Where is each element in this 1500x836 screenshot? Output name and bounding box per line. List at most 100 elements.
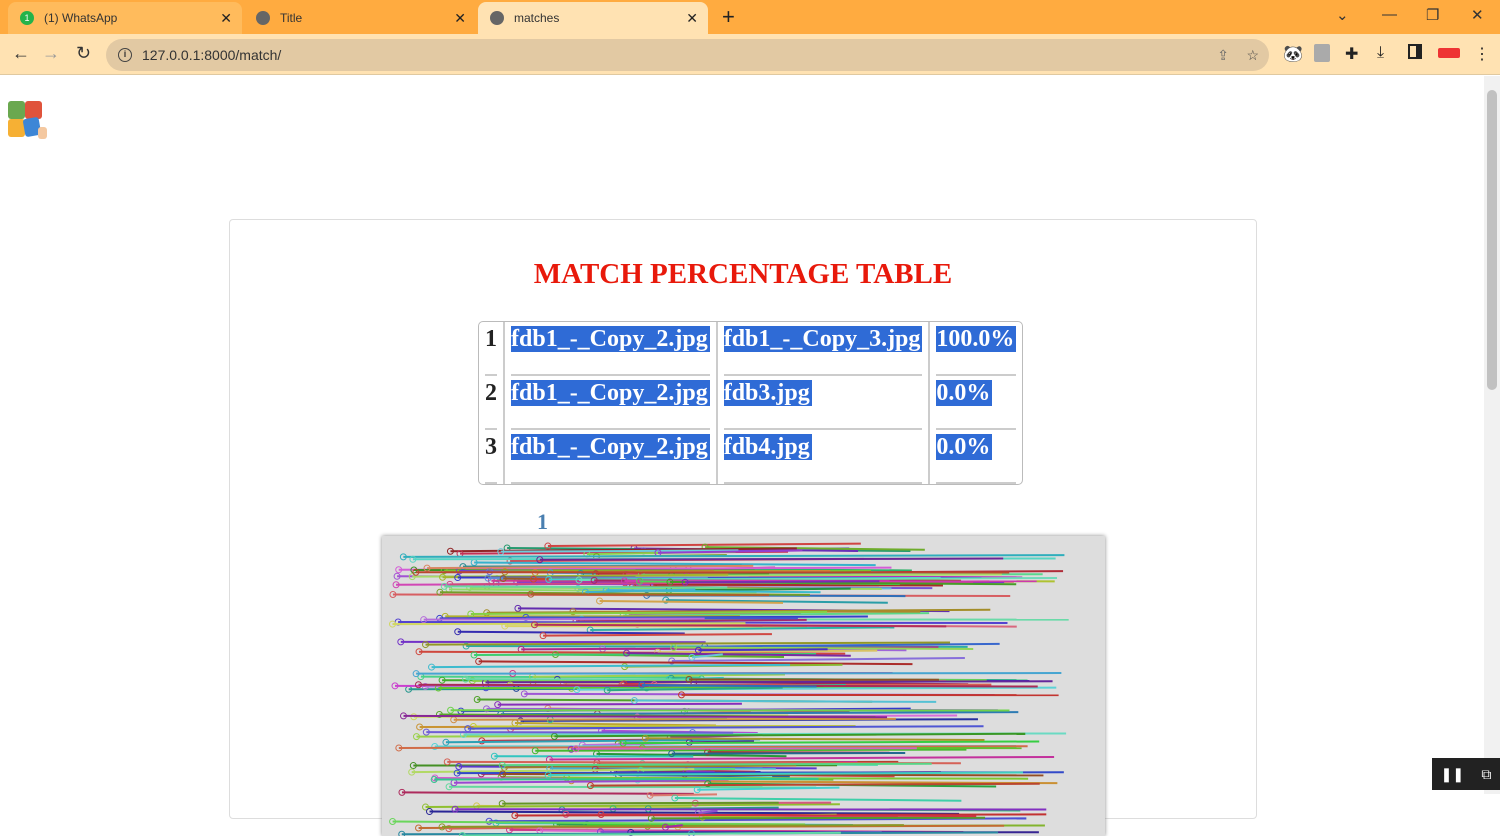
new-tab-button[interactable]: + [722, 4, 735, 30]
match-visualization-image [382, 536, 1105, 836]
table-row: 3fdb1_-_Copy_2.jpg fdb4.jpg0.0% [479, 430, 1022, 484]
percent-text: 100.0% [936, 326, 1016, 352]
match-line [444, 586, 727, 587]
percent-text: 0.0% [936, 380, 992, 406]
share-icon[interactable]: ⇪ [1217, 47, 1229, 64]
match-line [485, 681, 1052, 682]
star-icon[interactable]: ☆ [1246, 47, 1259, 64]
panda-extension-icon[interactable]: 🐼 [1283, 44, 1303, 64]
reload-button[interactable]: ↻ [76, 43, 91, 64]
match-line [675, 798, 962, 801]
side-panel-icon[interactable] [1408, 44, 1422, 59]
browser-toolbar: ← → ↻ i 127.0.0.1:8000/match/ ⇪ ☆ 🐼 ✚ ⤓ ⋮ [0, 34, 1500, 75]
forward-button[interactable]: → [42, 43, 60, 64]
match-line [576, 620, 807, 621]
match-line [474, 562, 876, 565]
match-table: 1 fdb1_-_Copy_2.jpg fdb1_-_Copy_3.jpg 100.0… [478, 321, 1023, 485]
file_a-text: fdb1_-_Copy_2.jpg [511, 380, 710, 406]
minimize-button[interactable]: — [1382, 6, 1397, 23]
match-line [672, 753, 905, 754]
cell-file_a: fdb1_-_Copy_2.jpg [505, 322, 718, 376]
download-icon[interactable]: ⤓ [1377, 44, 1384, 62]
image-label: 1 [537, 509, 548, 535]
match-line [426, 732, 733, 733]
tab-search-chevron-icon[interactable]: ⌄ [1336, 6, 1349, 24]
tab-label: Title [280, 11, 302, 25]
match-line [498, 704, 742, 705]
match-line [650, 794, 717, 795]
match-line [424, 619, 705, 620]
whatsapp-icon: 1 [20, 11, 34, 25]
content-card: MATCH PERCENTAGE TABLE 1 fdb1_-_Copy_2.jp… [229, 219, 1257, 819]
match-line [403, 555, 1064, 557]
match-line [454, 780, 711, 782]
match-line [404, 716, 888, 717]
globe-icon [256, 11, 270, 25]
cell-index: 3 [479, 430, 505, 484]
pause-icon[interactable]: ❚❚ [1441, 766, 1464, 783]
close-icon[interactable]: ✕ [686, 10, 698, 27]
match-line [515, 723, 716, 726]
file_b-text: fdb1_-_Copy_3.jpg [724, 326, 923, 352]
percent-text: 0.0% [936, 434, 992, 460]
address-bar[interactable]: i 127.0.0.1:8000/match/ ⇪ ☆ [106, 39, 1269, 71]
match-line [502, 803, 778, 804]
tab-label: matches [514, 11, 559, 25]
match-line [458, 632, 685, 634]
tab-label: (1) WhatsApp [44, 11, 117, 25]
match-line [590, 627, 894, 630]
picture-in-picture-icon[interactable]: ⧉ [1481, 766, 1491, 783]
match-line [434, 779, 818, 780]
match-line [531, 594, 769, 595]
tab-matches[interactable]: matches ✕ [478, 2, 708, 34]
menu-kebab-icon[interactable]: ⋮ [1474, 44, 1490, 64]
file_a-text: fdb1_-_Copy_2.jpg [511, 434, 710, 460]
cell-index: 2 [479, 376, 505, 430]
info-icon: i [118, 48, 132, 62]
puzzle-logo-icon [8, 101, 48, 141]
table-row: 1 fdb1_-_Copy_2.jpg fdb1_-_Copy_3.jpg 100.0… [479, 322, 1022, 376]
back-button[interactable]: ← [12, 43, 30, 64]
touch-extension-icon[interactable] [1314, 44, 1330, 62]
cell-percent: 0.0% [930, 430, 1022, 484]
globe-icon [490, 11, 504, 25]
extension-badge-icon[interactable] [1438, 48, 1460, 58]
extensions-puzzle-icon[interactable]: ✚ [1345, 44, 1358, 64]
match-line [501, 712, 1018, 714]
tab-title[interactable]: Title ✕ [244, 2, 476, 34]
file_a-text: fdb1_-_Copy_2.jpg [511, 326, 710, 352]
maximize-button[interactable]: ❐ [1426, 6, 1439, 24]
url-text: 127.0.0.1:8000/match/ [142, 47, 281, 63]
match-line [533, 675, 785, 677]
index-text: 1 [485, 326, 497, 352]
page-title: MATCH PERCENTAGE TABLE [230, 258, 1256, 291]
match-line [658, 651, 878, 653]
table-row: 2fdb1_-_Copy_2.jpgfdb3.jpg0.0% [479, 376, 1022, 430]
cell-file_b: fdb4.jpg [718, 430, 931, 484]
match-line [432, 665, 791, 667]
close-icon[interactable]: ✕ [454, 10, 466, 27]
scrollbar[interactable] [1484, 76, 1500, 794]
cell-file_a: fdb1_-_Copy_2.jpg [505, 430, 718, 484]
cell-percent: 100.0% [930, 322, 1022, 376]
cell-index: 1 [479, 322, 505, 376]
match-line [454, 719, 896, 720]
close-window-button[interactable]: ✕ [1471, 6, 1484, 24]
match-line [672, 658, 965, 661]
match-line [540, 559, 1003, 560]
match-line [685, 581, 879, 582]
scrollbar-thumb[interactable] [1487, 90, 1497, 390]
match-line [430, 812, 960, 814]
cell-percent: 0.0% [930, 376, 1022, 430]
cell-file_a: fdb1_-_Copy_2.jpg [505, 376, 718, 430]
match-line [634, 701, 936, 702]
match-line [416, 673, 1061, 674]
tab-bar: 1 (1) WhatsApp ✕ Title ✕ matches ✕ + ⌄ — ❐ ✕ [0, 0, 1500, 34]
match-line [576, 748, 917, 749]
video-controls: ❚❚ ⧉ [1432, 758, 1500, 790]
match-line [535, 750, 966, 751]
tab-whatsapp[interactable]: 1 (1) WhatsApp ✕ [8, 2, 242, 34]
match-line [651, 818, 985, 819]
close-icon[interactable]: ✕ [220, 10, 232, 27]
cell-file_b: fdb1_-_Copy_3.jpg [718, 322, 931, 376]
